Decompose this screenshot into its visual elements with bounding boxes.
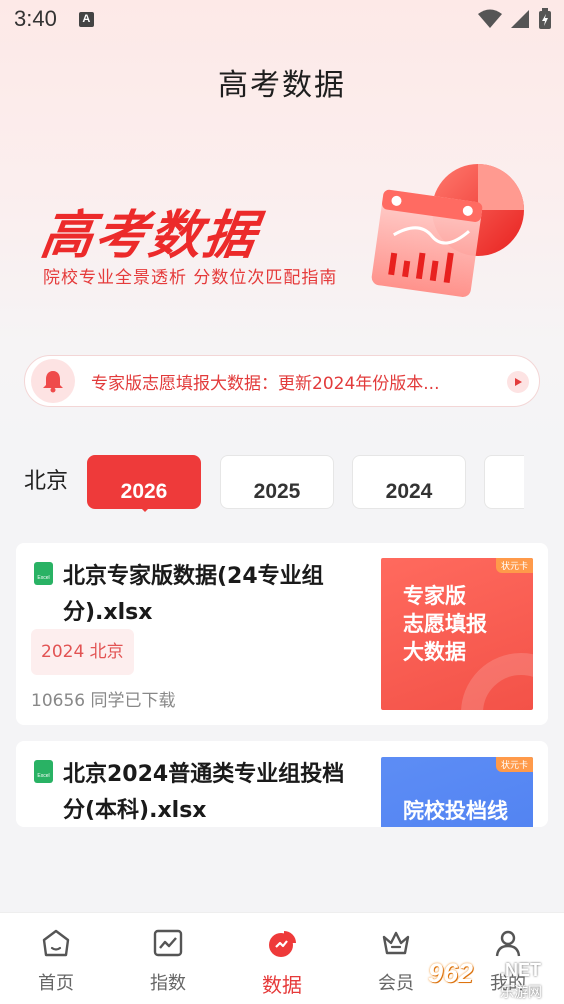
notification-a-icon: A: [78, 11, 94, 27]
site-watermark: 962 .NET 乐游网: [428, 958, 558, 1002]
year-tab-2025[interactable]: 2025: [220, 455, 334, 509]
nav-data[interactable]: 数据: [226, 913, 338, 1004]
chart-icon: [153, 929, 183, 957]
status-icons: [478, 8, 552, 30]
announcement-bar[interactable]: 专家版志愿填报大数据：更新2024年份版本...: [24, 355, 540, 407]
year-tab-2026[interactable]: 2026: [87, 455, 201, 509]
home-icon: [42, 929, 70, 957]
watermark-site: 乐游网: [500, 985, 542, 1001]
nav-index[interactable]: 指数: [112, 913, 224, 1004]
thumbnail-text: 专家版 志愿填报 大数据: [403, 584, 487, 664]
page-title: 高考数据: [218, 68, 346, 103]
download-count: 10656 同学已下载: [31, 691, 176, 711]
wifi-icon: [478, 9, 502, 28]
file-thumbnail: 状元卡 院校投档线: [381, 757, 533, 827]
hero-banner[interactable]: 高考数据 院校专业全景透析 分数位次匹配指南: [0, 130, 564, 330]
nav-label: 首页: [38, 973, 74, 994]
nav-label: 数据: [262, 973, 302, 997]
data-chart-illustration-icon: [371, 164, 524, 297]
file-title: 北京专家版数据(24专业组分).xlsx: [63, 564, 324, 625]
watermark-domain: .NET: [500, 960, 542, 980]
crown-icon: [382, 931, 410, 955]
watermark-number: 962: [428, 958, 474, 988]
thumbnail-badge: 状元卡: [495, 757, 533, 772]
file-thumbnail: 状元卡 专家版 志愿填报 大数据: [381, 558, 533, 710]
thumbnail-text: 院校投档线: [403, 799, 508, 823]
status-bar: 3:40 A: [0, 0, 564, 38]
nav-label: 指数: [150, 973, 186, 994]
file-title: 北京2024普通类专业组投档分(本科).xlsx: [63, 762, 345, 823]
file-card[interactable]: Excel 北京2024普通类专业组投档分(本科).xlsx 状元卡 院校投档线: [16, 741, 548, 827]
excel-file-icon: Excel: [34, 760, 53, 783]
thumbnail-badge: 状元卡: [495, 558, 533, 573]
region-selector[interactable]: 北京: [24, 463, 68, 495]
signal-icon: [511, 10, 529, 28]
bell-icon: [31, 359, 75, 403]
excel-file-icon: Excel: [34, 562, 53, 585]
nav-home[interactable]: 首页: [0, 913, 112, 1004]
battery-icon: [539, 8, 551, 29]
year-region-tag: 2024 北京: [31, 629, 134, 675]
file-card[interactable]: Excel 北京专家版数据(24专业组分).xlsx 2024 北京 10656…: [16, 543, 548, 725]
pie-icon: [269, 931, 296, 957]
banner-subtitle: 院校专业全景透析 分数位次匹配指南: [43, 268, 338, 288]
status-time: 3:40: [14, 6, 57, 31]
year-tab-2024[interactable]: 2024: [352, 455, 466, 509]
play-arrow-icon[interactable]: [507, 371, 529, 393]
user-icon: [495, 930, 521, 957]
selected-tab-caret: [137, 504, 153, 512]
banner-title: 高考数据: [37, 206, 262, 266]
announcement-text: 专家版志愿填报大数据：更新2024年份版本...: [91, 373, 440, 394]
year-tab-more[interactable]: 2: [484, 455, 524, 509]
